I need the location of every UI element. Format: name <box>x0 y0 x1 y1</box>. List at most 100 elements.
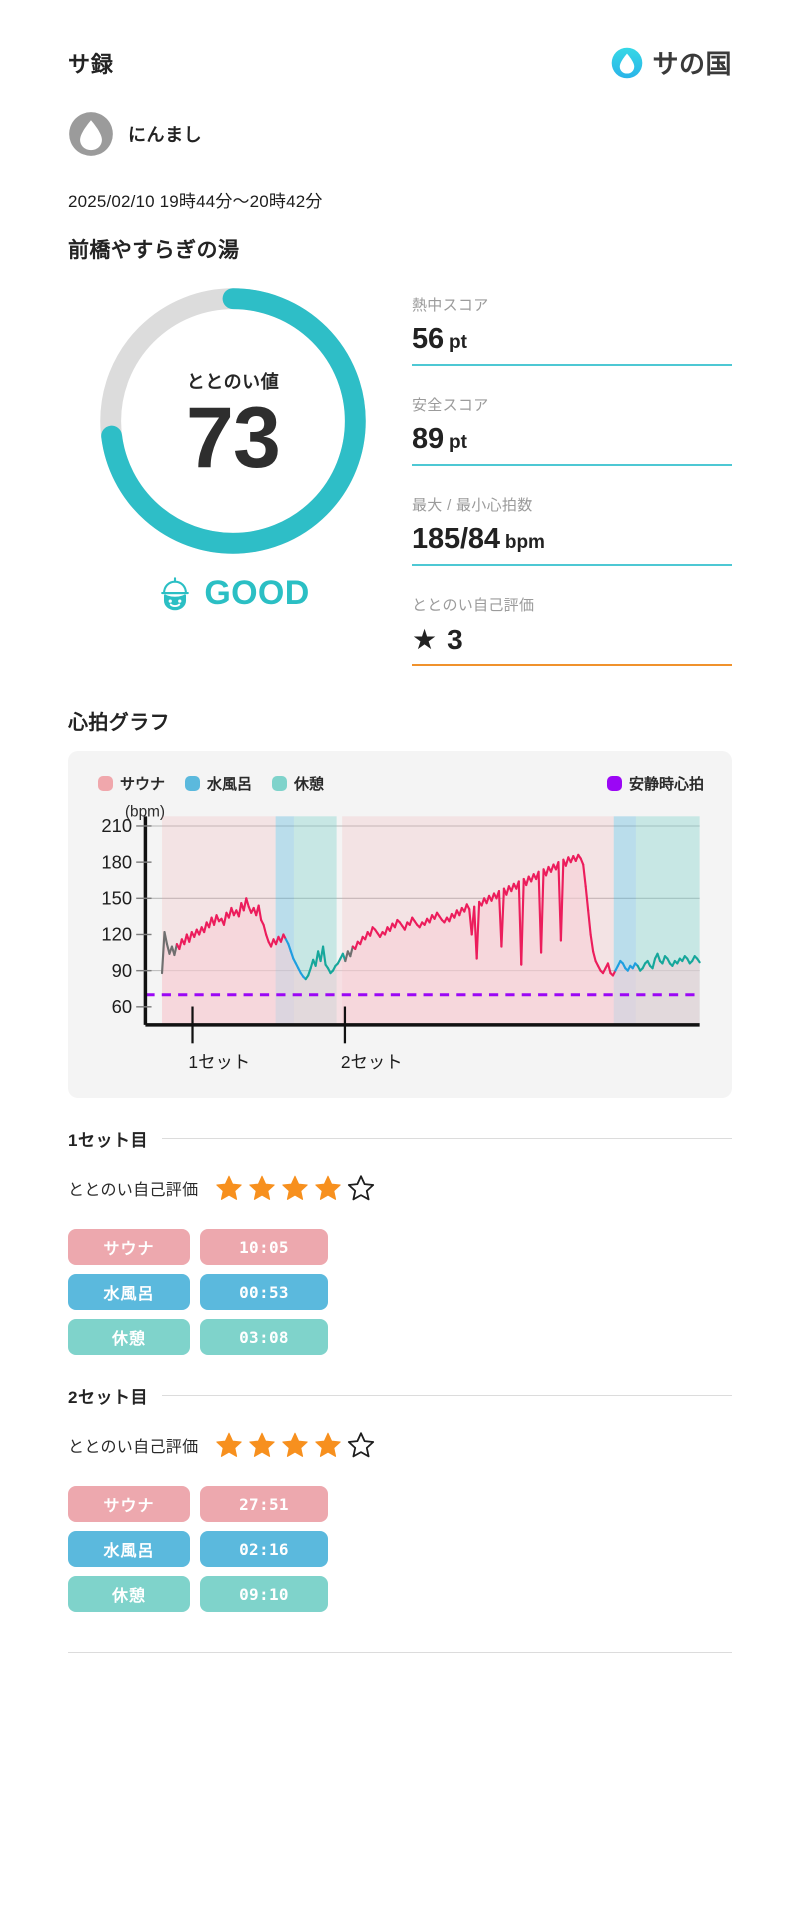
y-tick-label: 150 <box>101 887 132 908</box>
legend-swatch-coldbath <box>185 776 201 791</box>
venue-name: 前橋やすらぎの湯 <box>68 239 240 262</box>
page-header: サ録 サの国 <box>68 0 732 81</box>
chip-row: 休憩 09:10 <box>68 1576 732 1613</box>
set-rating-label: ととのい自己評価 <box>68 1182 199 1200</box>
stat-self-rating: ととのい自己評価 ★ 3 <box>412 594 732 672</box>
x-tick-label: 2セット <box>341 1052 403 1072</box>
phase-duration-chip: 10:05 <box>200 1229 328 1266</box>
verdict-badge: GOOD <box>156 574 309 613</box>
set-block-2: 2セット目 ととのい自己評価 サウナ 27:51 水風呂 02:16 休憩 09:10 <box>68 1383 732 1613</box>
app-title: サ録 <box>68 51 114 77</box>
chip-row: 水風呂 02:16 <box>68 1531 732 1568</box>
legend-label: 水風呂 <box>207 776 253 793</box>
y-tick-label: 180 <box>101 851 132 872</box>
stat-value: ★ 3 <box>412 624 464 655</box>
set-block-1: 1セット目 ととのい自己評価 サウナ 10:05 水風呂 00:53 休憩 03:08 <box>68 1126 732 1356</box>
heart-rate-chart-card: サウナ 水風呂 休憩 安静時心拍 (bpm) 60 90 120 150 180 210 1セ… <box>68 751 732 1099</box>
phase-duration-chip: 27:51 <box>200 1486 328 1523</box>
star-filled-icon[interactable] <box>214 1173 244 1203</box>
user-row: にんまし <box>68 111 732 157</box>
set-header: 2セット目 <box>68 1383 732 1408</box>
phase-duration-chip: 09:10 <box>200 1576 328 1613</box>
chart-section-title: 心拍グラフ <box>68 712 170 734</box>
phase-duration-chip: 02:16 <box>200 1531 328 1568</box>
stat-label: ととのい自己評価 <box>412 597 535 614</box>
star-empty-icon[interactable] <box>346 1173 376 1203</box>
chart-plot-area: (bpm) 60 90 120 150 180 210 1セット 2セット <box>82 802 716 1078</box>
legend-item-resting-hr: 安静時心拍 <box>606 773 704 794</box>
legend-item-sauna: サウナ <box>98 773 165 794</box>
stat-value: 185/84 bpm <box>412 523 732 556</box>
stat-number: 89 <box>412 423 444 455</box>
stat-safety-score: 安全スコア 89 pt <box>412 394 732 472</box>
chip-row: 休憩 03:08 <box>68 1319 732 1356</box>
chip-row: サウナ 27:51 <box>68 1486 732 1523</box>
avatar <box>69 112 113 156</box>
legend-label: サウナ <box>120 776 166 793</box>
stat-underline <box>412 564 732 566</box>
set-title: 1セット目 <box>68 1131 149 1151</box>
set-divider <box>162 1138 732 1140</box>
x-tick-label: 1セット <box>188 1052 250 1072</box>
score-value: 73 <box>186 390 281 487</box>
star-empty-icon[interactable] <box>346 1430 376 1460</box>
set-duration-chips: サウナ 10:05 水風呂 00:53 休憩 03:08 <box>68 1229 732 1356</box>
legend-swatch-resting-hr <box>606 776 622 791</box>
stat-number: 185/84 <box>412 523 500 555</box>
phase-name-chip: 休憩 <box>68 1319 190 1356</box>
legend-item-rest: 休憩 <box>272 773 324 794</box>
summary-section: ととのい値 73 GOOD 熱中スコア 56 pt 安全スコア 89 pt 最大… <box>68 282 732 672</box>
legend-swatch-rest <box>272 776 288 791</box>
stat-underline <box>412 664 732 666</box>
star-filled-icon[interactable] <box>280 1173 310 1203</box>
star-filled-icon[interactable] <box>214 1430 244 1460</box>
verdict-text: GOOD <box>204 574 310 612</box>
y-tick-label: 120 <box>101 924 132 945</box>
score-ring-column: ととのい値 73 GOOD <box>68 282 398 672</box>
legend-swatch-sauna <box>98 776 113 791</box>
stats-list: 熱中スコア 56 pt 安全スコア 89 pt 最大 / 最小心拍数 185/84 b… <box>412 282 732 672</box>
phase-name-chip: サウナ <box>68 1229 190 1266</box>
phase-duration-chip: 03:08 <box>200 1319 328 1356</box>
report-page: サ録 サの国 にんまし 2025/02/10 19時44分〜20時42分 前橋や… <box>0 0 800 1654</box>
phase-duration-chip: 00:53 <box>200 1274 328 1311</box>
legend-label: 安静時心拍 <box>628 776 704 793</box>
y-tick-label: 90 <box>112 960 132 981</box>
stat-unit: pt <box>448 432 467 453</box>
heart-rate-plot: (bpm)60901201501802101セット 2セット <box>101 803 701 1072</box>
bottom-divider <box>68 1652 732 1654</box>
phase-name-chip: 水風呂 <box>68 1531 190 1568</box>
brand-logo: サの国 <box>610 44 732 81</box>
chip-row: 水風呂 00:53 <box>68 1274 732 1311</box>
star-filled-icon[interactable] <box>247 1430 277 1460</box>
stat-underline <box>412 364 732 366</box>
stat-number: 56 <box>412 323 444 355</box>
set-duration-chips: サウナ 27:51 水風呂 02:16 休憩 09:10 <box>68 1486 732 1613</box>
star-filled-icon[interactable] <box>247 1173 277 1203</box>
stat-label: 熱中スコア <box>412 297 489 314</box>
stat-unit: pt <box>448 332 467 353</box>
set-divider <box>162 1395 732 1397</box>
stat-heart-rate: 最大 / 最小心拍数 185/84 bpm <box>412 494 732 572</box>
star-rating[interactable] <box>214 1173 376 1203</box>
stat-value: 89 pt <box>412 423 732 456</box>
water-drop-icon <box>612 47 643 78</box>
set-rating: ととのい自己評価 <box>68 1430 732 1460</box>
chart-legend: サウナ 水風呂 休憩 安静時心拍 <box>82 769 716 796</box>
star-filled-icon[interactable] <box>313 1430 343 1460</box>
legend-label: 休憩 <box>294 776 325 793</box>
stat-label: 最大 / 最小心拍数 <box>412 497 533 514</box>
chip-row: サウナ 10:05 <box>68 1229 732 1266</box>
sauna-face-good-icon <box>161 576 190 610</box>
brand-name: サの国 <box>652 49 732 79</box>
phase-name-chip: 水風呂 <box>68 1274 190 1311</box>
star-rating[interactable] <box>214 1430 376 1460</box>
score-ring: ととのい値 73 <box>94 282 372 560</box>
set-header: 1セット目 <box>68 1126 732 1151</box>
stat-unit: bpm <box>504 532 545 553</box>
stat-underline <box>412 464 732 466</box>
stat-value: 56 pt <box>412 323 732 356</box>
set-title: 2セット目 <box>68 1388 149 1408</box>
star-filled-icon[interactable] <box>280 1430 310 1460</box>
star-filled-icon[interactable] <box>313 1173 343 1203</box>
